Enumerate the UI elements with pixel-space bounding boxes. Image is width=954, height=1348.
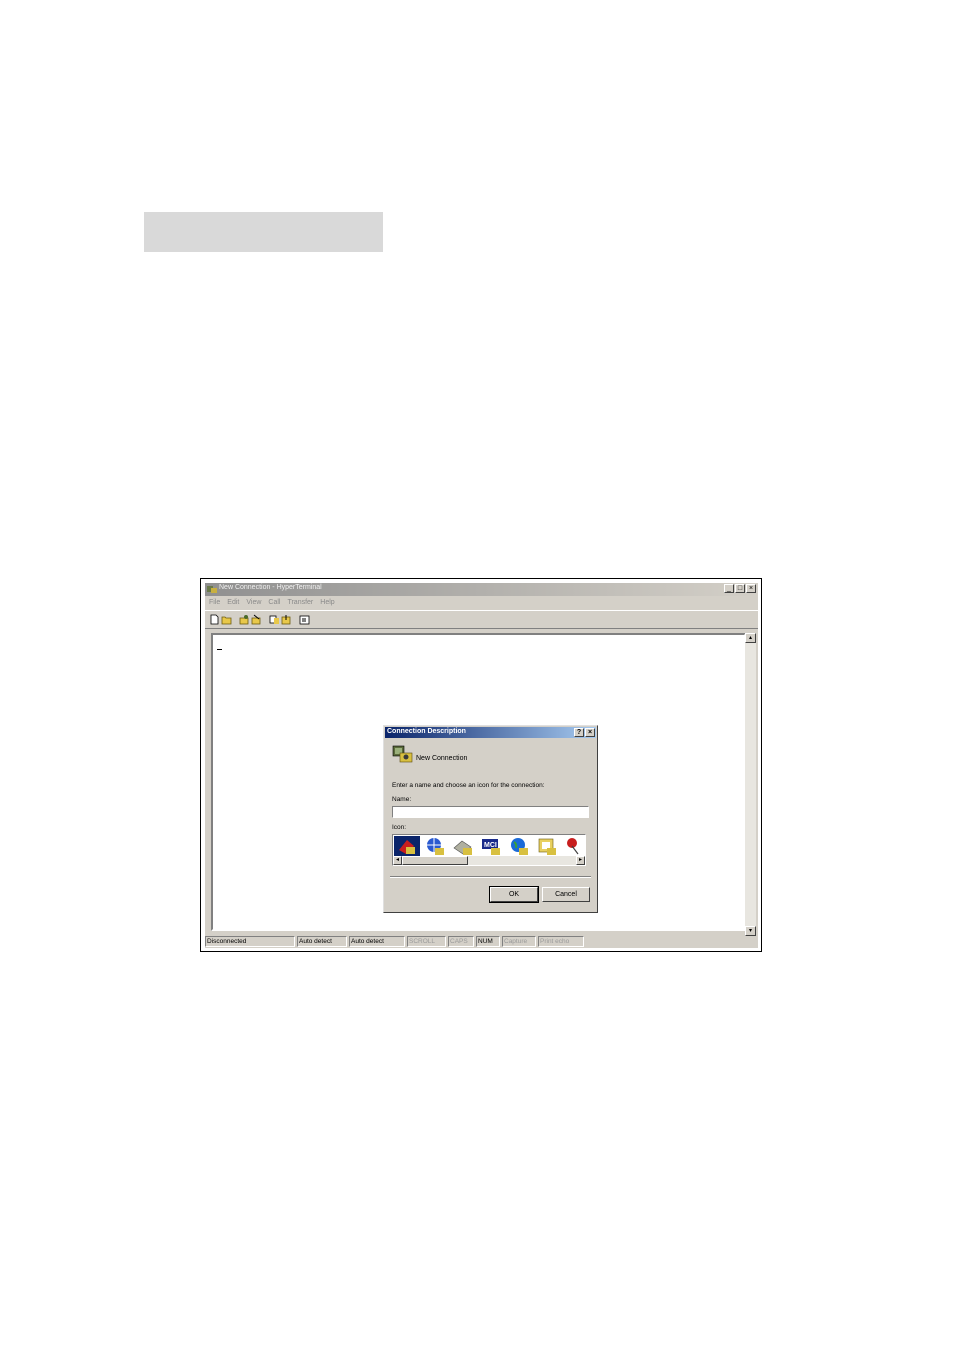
status-settings: Auto detect: [349, 936, 405, 947]
menu-help[interactable]: Help: [320, 597, 334, 608]
earth-icon[interactable]: [506, 836, 532, 856]
scroll-right-icon[interactable]: ▸: [576, 856, 585, 865]
disconnect-icon[interactable]: [251, 614, 262, 625]
window-titlebar[interactable]: New Connection - HyperTerminal _ □ ×: [205, 583, 758, 596]
status-scroll: SCROLL: [407, 936, 446, 947]
globe-icon[interactable]: [422, 836, 448, 856]
vertical-scrollbar[interactable]: ▴ ▾: [745, 633, 756, 936]
dialog-title: Connection Description: [387, 728, 466, 735]
scroll-left-icon[interactable]: ◂: [393, 856, 402, 865]
dial-icon[interactable]: [239, 614, 250, 625]
svg-text:MCI: MCI: [484, 842, 497, 849]
toolbar: [205, 610, 758, 629]
dialog-help-button[interactable]: ?: [574, 728, 584, 737]
name-input[interactable]: [392, 806, 589, 818]
cancel-button[interactable]: Cancel: [542, 887, 590, 902]
folder-phone-icon[interactable]: [534, 836, 560, 856]
new-icon[interactable]: [209, 614, 220, 625]
menu-bar: File Edit View Call Transfer Help: [205, 597, 758, 608]
close-button[interactable]: ×: [746, 584, 756, 593]
mci-icon[interactable]: MCI: [478, 836, 504, 856]
menu-view[interactable]: View: [246, 597, 261, 608]
pushpin-phone-icon[interactable]: [562, 836, 586, 856]
dialog-close-button[interactable]: ×: [585, 728, 595, 737]
open-icon[interactable]: [221, 614, 232, 625]
status-bar: Disconnected Auto detect Auto detect SCR…: [205, 936, 758, 948]
gray-header-bar: [144, 212, 383, 252]
dialog-titlebar[interactable]: Connection Description ? ×: [385, 727, 596, 738]
phone-icon[interactable]: [394, 836, 420, 856]
minimize-button[interactable]: _: [724, 584, 734, 593]
send-icon[interactable]: [269, 614, 280, 625]
icon-list[interactable]: MCI ◂ ▸: [392, 834, 586, 866]
status-connection: Disconnected: [205, 936, 295, 947]
name-label: Name:: [392, 796, 412, 803]
icon-label: Icon:: [392, 824, 407, 831]
menu-transfer[interactable]: Transfer: [287, 597, 313, 608]
maximize-button[interactable]: □: [735, 584, 745, 593]
scroll-down-icon[interactable]: ▾: [745, 926, 756, 936]
dialog-heading: New Connection: [416, 755, 468, 762]
scroll-up-icon[interactable]: ▴: [745, 633, 756, 643]
icon-list-scrollbar[interactable]: ◂ ▸: [393, 856, 585, 865]
status-emulation: Auto detect: [297, 936, 347, 947]
menu-edit[interactable]: Edit: [227, 597, 239, 608]
connection-description-dialog: Connection Description ? × New Connectio…: [383, 725, 598, 913]
dialog-prompt: Enter a name and choose an icon for the …: [392, 782, 545, 789]
menu-call[interactable]: Call: [268, 597, 280, 608]
terminal-area[interactable]: Connection Description ? × New Connectio…: [211, 633, 746, 931]
dialog-separator: [390, 876, 591, 878]
status-capture: Capture: [502, 936, 536, 947]
ok-button[interactable]: OK: [489, 886, 539, 903]
hyperterminal-icon: [207, 586, 217, 593]
screenshot-frame: New Connection - HyperTerminal _ □ × Fil…: [200, 578, 762, 952]
scroll-thumb[interactable]: [402, 856, 468, 865]
status-print-echo: Print echo: [538, 936, 584, 947]
hyperterminal-window: New Connection - HyperTerminal _ □ × Fil…: [205, 583, 758, 948]
status-caps: CAPS: [448, 936, 474, 947]
text-cursor: [217, 649, 222, 650]
new-connection-icon: [392, 745, 413, 763]
window-title: New Connection - HyperTerminal: [219, 584, 322, 591]
receive-icon[interactable]: [281, 614, 292, 625]
properties-icon[interactable]: [299, 614, 310, 625]
status-num: NUM: [476, 936, 500, 947]
modem-icon[interactable]: [450, 836, 476, 856]
menu-file[interactable]: File: [209, 597, 220, 608]
